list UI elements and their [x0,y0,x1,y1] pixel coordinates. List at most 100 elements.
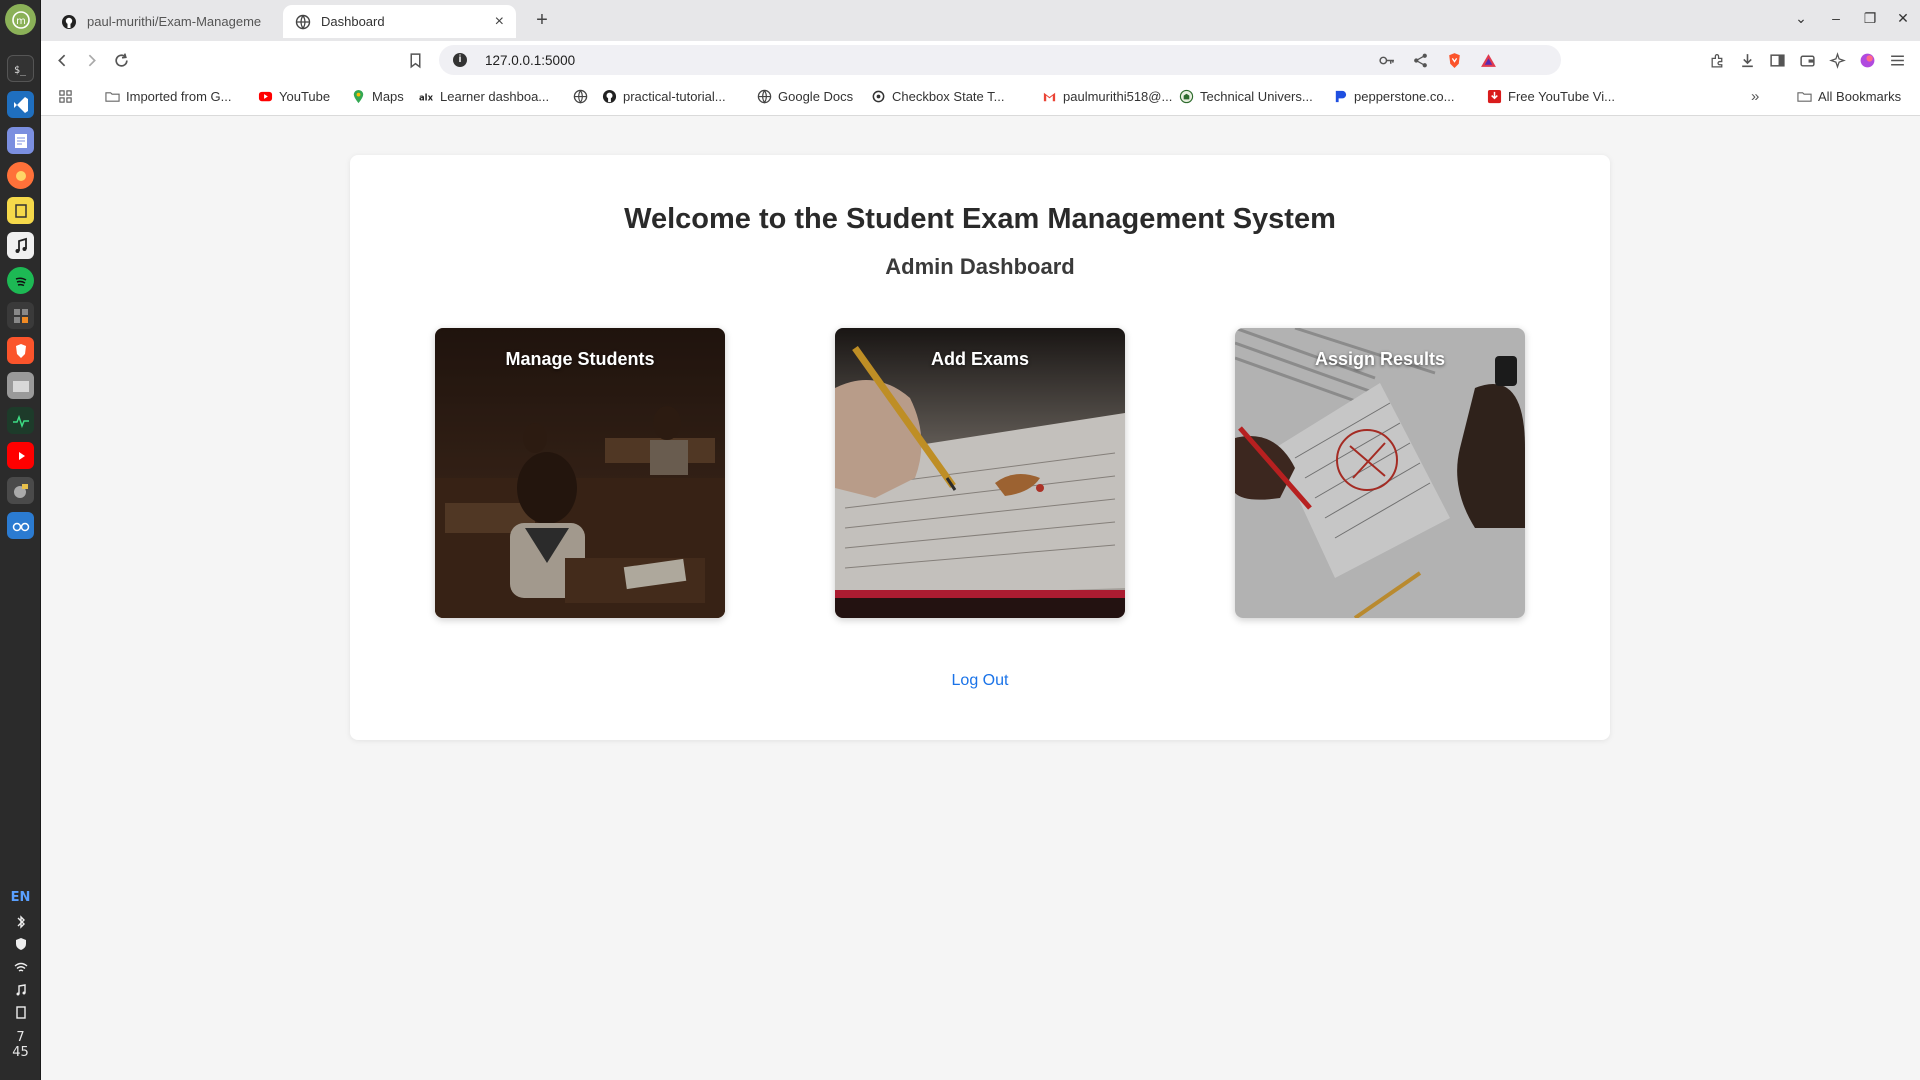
assign-results-card[interactable]: Assign Results [1235,328,1525,618]
files-icon[interactable] [7,372,34,399]
folder-icon [1796,88,1812,104]
bookmark-item[interactable]: Free YouTube Vi... [1486,88,1615,104]
alx-icon: alx [418,88,434,104]
close-tab-icon[interactable]: × [495,13,504,31]
apps-grid-icon[interactable] [57,88,79,104]
terminal-icon[interactable]: $_ [7,55,34,82]
folder-icon [104,88,120,104]
add-exams-label: Add Exams [930,349,1030,369]
bookmark-label: paulmurithi518@... [1063,88,1173,104]
wifi-icon[interactable] [0,959,41,979]
assign-results-label: Assign Results [1314,349,1446,369]
glasses-app-icon[interactable] [7,512,34,539]
profile-avatar-icon[interactable] [1857,50,1877,70]
bookmark-label: Free YouTube Vi... [1508,88,1615,104]
clock-minute[interactable]: 45 [0,1045,41,1060]
brave-rewards-icon[interactable] [1478,50,1498,70]
menu-icon[interactable] [1887,50,1907,70]
vscode-icon[interactable] [7,91,34,118]
sound-icon[interactable] [0,982,41,1002]
tab-label: paul-murithi/Exam-Management [87,14,262,29]
bookmark-label: practical-tutorial... [623,88,726,104]
tab-strip: paul-murithi/Exam-Management Dashboard ×… [41,0,1920,41]
bookmark-page-icon[interactable] [405,50,425,70]
bookmark-item[interactable]: Checkbox State T... [870,88,1005,104]
globe-icon [756,88,772,104]
keyboard-language[interactable]: EN [0,890,41,905]
pencil-paper-photo [835,328,1125,618]
tab-label: Dashboard [321,14,385,29]
bookmark-label: Technical Univers... [1200,88,1313,104]
text-editor-icon[interactable] [7,127,34,154]
disk-tool-icon[interactable] [7,477,34,504]
brave-shields-icon[interactable] [1444,50,1464,70]
new-tab-button[interactable]: + [530,8,554,32]
downloads-icon[interactable] [1737,50,1757,70]
youtube-dock-icon[interactable] [7,442,34,469]
clock-hour[interactable]: 7 [0,1030,41,1045]
manage-students-card[interactable]: Manage Students [435,328,725,618]
bluetooth-icon[interactable] [0,914,41,934]
mint-menu-icon[interactable]: m [5,4,36,35]
github-icon [601,88,617,104]
university-icon [1178,88,1194,104]
bookmark-item[interactable]: Technical Univers... [1178,88,1313,104]
tab-dashboard[interactable]: Dashboard × [283,5,516,38]
firefox-icon[interactable] [7,162,34,189]
leo-ai-icon[interactable] [1827,50,1847,70]
close-window-icon[interactable]: ✕ [1893,10,1913,27]
svg-text:m: m [16,16,26,27]
add-exams-card[interactable]: Add Exams [835,328,1125,618]
logout-link[interactable]: Log Out [350,672,1610,690]
system-monitor-icon[interactable] [7,407,34,434]
bookmark-item[interactable]: paulmurithi518@... [1041,88,1172,104]
bookmark-item[interactable]: Google Docs [756,88,853,104]
site-info-icon[interactable]: i [453,53,467,67]
globe-icon [295,14,311,30]
youtube-icon [257,88,273,104]
calculator-icon[interactable] [7,302,34,329]
wallet-icon[interactable] [1797,50,1817,70]
bookmark-label: All Bookmarks [1818,88,1902,104]
bookmark-item[interactable]: practical-tutorial... [601,88,726,104]
bookmark-item[interactable]: Maps [350,88,404,104]
maximize-icon[interactable]: ❐ [1860,10,1880,27]
share-icon[interactable] [1410,50,1430,70]
os-dock: m $_ EN 7 45 [0,0,41,1080]
notes-icon[interactable] [7,197,34,224]
forward-icon[interactable] [81,50,101,70]
bookmark-label: Maps [372,88,404,104]
bookmark-item[interactable]: alx Learner dashboa... [418,88,550,104]
gmail-icon [1041,88,1057,104]
bookmark-item[interactable] [572,88,594,104]
bookmark-label: Learner dashboa... [440,88,550,104]
page-subtitle: Admin Dashboard [885,254,1075,279]
tab-github[interactable]: paul-murithi/Exam-Management [49,5,274,38]
bookmark-label: pepperstone.co... [1354,88,1455,104]
brave-dock-icon[interactable] [7,337,34,364]
sidebar-icon[interactable] [1767,50,1787,70]
reload-icon[interactable] [111,50,131,70]
dashboard-card: Welcome to the Student Exam Management S… [350,155,1610,740]
manage-students-label: Manage Students [505,349,655,369]
globe-icon [572,88,588,104]
clipboard-icon[interactable] [0,1004,41,1024]
password-key-icon[interactable] [1376,50,1396,70]
extensions-icon[interactable] [1707,50,1727,70]
bookmark-item[interactable]: pepperstone.co... [1332,88,1454,104]
page-title: Welcome to the Student Exam Management S… [624,203,1336,235]
minimize-icon[interactable]: – [1826,10,1846,26]
svg-text:alx: alx [419,92,434,102]
more-bookmarks-chevron-icon[interactable]: » [1751,88,1759,105]
back-icon[interactable] [52,50,72,70]
shield-icon[interactable] [0,936,41,956]
all-bookmarks-folder[interactable]: All Bookmarks [1796,88,1901,104]
music-app-icon[interactable] [7,232,34,259]
tab-search-chevron-icon[interactable]: ⌄ [1791,10,1811,27]
bookmark-item[interactable]: YouTube [257,88,330,104]
spotify-icon[interactable] [7,267,34,294]
url-text[interactable]: 127.0.0.1:5000 [485,53,575,68]
bookmark-item[interactable]: Imported from G... [104,88,231,104]
bookmark-label: Checkbox State T... [892,88,1005,104]
browser-toolbar: i 127.0.0.1:5000 [41,41,1920,79]
